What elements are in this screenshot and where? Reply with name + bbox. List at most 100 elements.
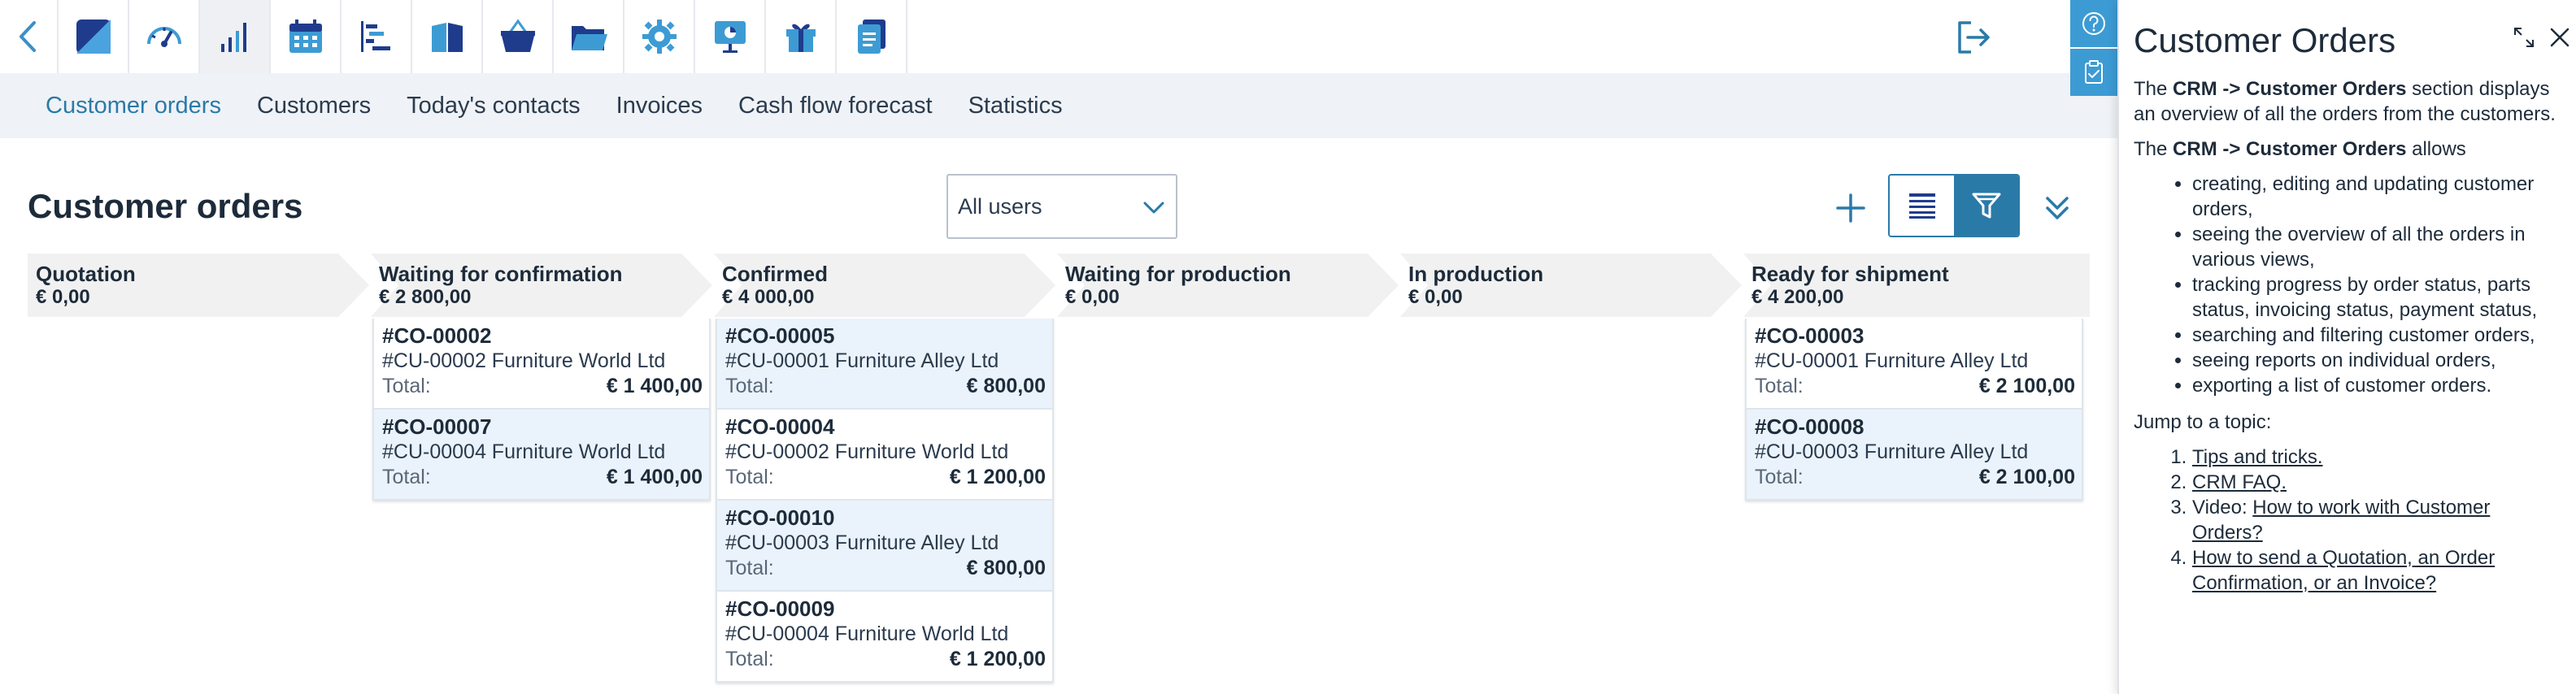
column-waiting-for-confirmation: #CO-00002 #CU-00002 Furniture World Ltd … — [372, 319, 711, 501]
user-filter-select[interactable]: All users — [946, 174, 1177, 239]
order-customer: #CU-00001 Furniture Alley Ltd — [1755, 349, 2029, 372]
list-view-button[interactable] — [1890, 176, 1954, 236]
filter-button[interactable] — [1954, 176, 2018, 236]
stage-in-production[interactable]: In production € 0,00 — [1400, 254, 1747, 317]
stage-name: In production — [1408, 262, 1544, 286]
settings-button[interactable] — [624, 0, 695, 73]
folder-button[interactable] — [554, 0, 624, 73]
list-item: creating, editing and updating customer … — [2192, 171, 2561, 222]
order-card[interactable]: #CO-00003 #CU-00001 Furniture Alley Ltd … — [1745, 319, 2083, 410]
double-chevron-down-icon — [2046, 197, 2069, 219]
stage-name: Ready for shipment — [1751, 262, 1949, 286]
statistics-bars-icon — [220, 23, 246, 52]
stage-name: Confirmed — [722, 262, 828, 286]
list-item: tracking progress by order status, parts… — [2192, 272, 2561, 323]
filter-funnel-icon — [1972, 193, 2000, 219]
subnav-customers[interactable]: Customers — [257, 93, 371, 119]
stage-waiting-for-production[interactable]: Waiting for production € 0,00 — [1057, 254, 1403, 317]
clipboard-check-icon — [2085, 60, 2103, 84]
stage-confirmed[interactable]: Confirmed € 4 000,00 — [714, 254, 1060, 317]
order-amount: € 800,00 — [966, 557, 1046, 579]
order-amount: € 2 100,00 — [1978, 466, 2075, 488]
order-amount: € 1 200,00 — [949, 466, 1046, 488]
stage-waiting-for-confirmation[interactable]: Waiting for confirmation € 2 800,00 — [371, 254, 717, 317]
basket-icon — [500, 19, 535, 52]
order-customer: #CU-00002 Furniture World Ltd — [382, 349, 666, 372]
stage-total: € 0,00 — [1408, 286, 1463, 308]
total-label: Total: — [725, 466, 774, 488]
topic-send-documents-link[interactable]: How to send a Quotation, an Order Confir… — [2192, 547, 2495, 594]
presentation-button[interactable] — [695, 0, 766, 73]
subnav-todays-contacts[interactable]: Today's contacts — [407, 93, 580, 119]
subnav-customer-orders[interactable]: Customer orders — [46, 93, 221, 119]
order-card[interactable]: #CO-00005 #CU-00001 Furniture Alley Ltd … — [716, 319, 1054, 410]
tasks-tab-button[interactable] — [2070, 49, 2117, 96]
order-customer: #CU-00001 Furniture Alley Ltd — [725, 349, 999, 372]
help-topic-list: Tips and tricks. CRM FAQ. Video: How to … — [2192, 445, 2561, 596]
order-id: #CO-00003 — [1755, 323, 1865, 348]
order-id: #CO-00004 — [725, 414, 835, 439]
order-amount: € 1 400,00 — [606, 375, 703, 397]
order-card[interactable]: #CO-00007 #CU-00004 Furniture World Ltd … — [372, 410, 711, 501]
order-card[interactable]: #CO-00008 #CU-00003 Furniture Alley Ltd … — [1745, 410, 2083, 501]
close-panel-button[interactable] — [2543, 21, 2576, 54]
help-panel: Customer Orders The CRM -> Customer Orde… — [2117, 0, 2576, 694]
dashboard-button[interactable] — [129, 0, 200, 73]
order-customer: #CU-00002 Furniture World Ltd — [725, 440, 1009, 463]
statistics-button[interactable] — [200, 0, 271, 73]
basket-button[interactable] — [483, 0, 554, 73]
topic-item: Video: How to work with Customer Orders? — [2192, 495, 2561, 545]
topic-faq-link[interactable]: CRM FAQ. — [2192, 471, 2287, 493]
total-label: Total: — [725, 557, 774, 579]
help-intro-paragraph: The CRM -> Customer Orders section displ… — [2134, 78, 2556, 125]
order-customer: #CU-00004 Furniture World Ltd — [725, 622, 1009, 645]
order-customer: #CU-00004 Furniture World Ltd — [382, 440, 666, 463]
topic-item: Tips and tricks. — [2192, 445, 2561, 470]
gift-icon — [785, 24, 816, 52]
plus-icon — [1836, 193, 1865, 223]
user-filter-value: All users — [958, 193, 1042, 219]
question-circle-icon — [2082, 12, 2105, 35]
orders-kanban-board: Quotation € 0,00 Waiting for confirmatio… — [28, 254, 2090, 694]
stage-ready-for-shipment[interactable]: Ready for shipment € 4 200,00 — [1743, 254, 2090, 317]
order-amount: € 800,00 — [966, 375, 1046, 397]
gift-button[interactable] — [766, 0, 837, 73]
settings-gear-icon — [642, 20, 677, 54]
topic-tips-link[interactable]: Tips and tricks. — [2192, 446, 2323, 468]
presentation-icon — [714, 21, 746, 53]
expand-arrows-icon — [2514, 28, 2534, 47]
topic-item: CRM FAQ. — [2192, 470, 2561, 495]
expand-panel-button[interactable] — [2508, 21, 2540, 54]
add-order-button[interactable] — [1826, 184, 1875, 232]
list-item: seeing reports on individual orders, — [2192, 348, 2561, 373]
subnav-invoices[interactable]: Invoices — [616, 93, 703, 119]
order-card[interactable]: #CO-00004 #CU-00002 Furniture World Ltd … — [716, 410, 1054, 501]
list-item: seeing the overview of all the orders in… — [2192, 222, 2561, 272]
subnav-cash-flow-forecast[interactable]: Cash flow forecast — [738, 93, 933, 119]
list-view-icon — [1908, 193, 1935, 219]
order-id: #CO-00008 — [1755, 414, 1865, 439]
list-item: exporting a list of customer orders. — [2192, 373, 2561, 398]
help-tab-button[interactable] — [2070, 0, 2117, 47]
subnav-statistics[interactable]: Statistics — [968, 93, 1063, 119]
stage-total: € 0,00 — [36, 286, 90, 308]
logout-button[interactable] — [1950, 13, 1999, 62]
calendar-button[interactable] — [271, 0, 342, 73]
crm-logo-icon — [76, 20, 111, 54]
expand-collapse-button[interactable] — [2033, 184, 2082, 232]
planning-gantt-icon — [360, 21, 390, 52]
book-button[interactable] — [412, 0, 483, 73]
help-feature-list: creating, editing and updating customer … — [2192, 171, 2561, 398]
order-card[interactable]: #CO-00010 #CU-00003 Furniture Alley Ltd … — [716, 501, 1054, 592]
order-card[interactable]: #CO-00002 #CU-00002 Furniture World Ltd … — [372, 319, 711, 410]
crm-module-button[interactable] — [59, 0, 129, 73]
total-label: Total: — [1755, 466, 1804, 488]
topic-item: How to send a Quotation, an Order Confir… — [2192, 545, 2561, 596]
planning-button[interactable] — [342, 0, 412, 73]
order-customer: #CU-00003 Furniture Alley Ltd — [1755, 440, 2029, 463]
documents-button[interactable] — [837, 0, 907, 73]
stage-quotation[interactable]: Quotation € 0,00 — [28, 254, 374, 317]
back-button[interactable] — [0, 0, 59, 73]
order-card[interactable]: #CO-00009 #CU-00004 Furniture World Ltd … — [716, 592, 1054, 683]
folder-icon — [571, 26, 607, 50]
